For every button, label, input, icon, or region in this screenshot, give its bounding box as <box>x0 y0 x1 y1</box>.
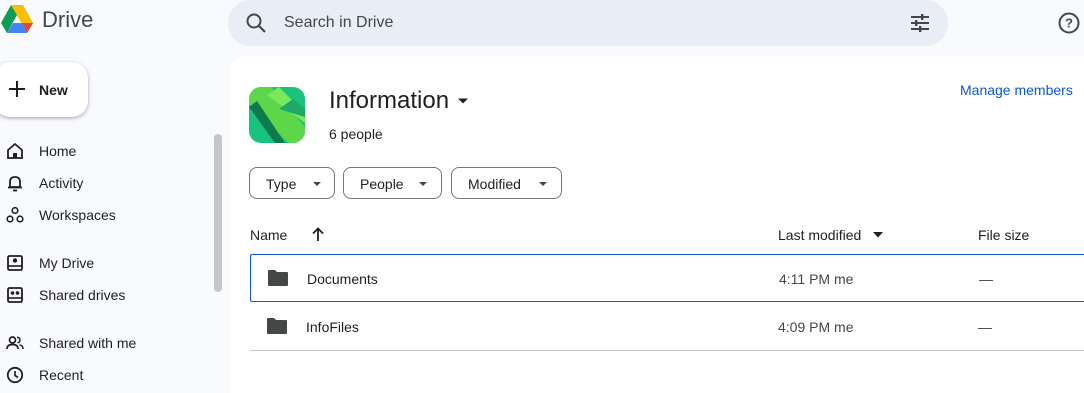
home-icon <box>7 142 23 159</box>
my-drive-icon <box>7 255 23 271</box>
new-button[interactable]: New <box>0 62 88 117</box>
sidebar-item-label: My Drive <box>39 255 95 271</box>
caret-down-icon <box>458 98 469 104</box>
column-header-last-modified[interactable]: Last modified <box>778 227 861 243</box>
sort-ascending-icon[interactable] <box>311 226 325 242</box>
drive-title[interactable]: Information <box>329 87 469 115</box>
shared-drive-image <box>249 87 305 143</box>
sidebar-item-label: Recent <box>39 367 84 383</box>
main-panel: Information 6 people Manage members Type… <box>230 56 1084 393</box>
file-name: Documents <box>307 271 378 287</box>
filter-people-chip[interactable]: People <box>343 167 442 199</box>
column-header-file-size[interactable]: File size <box>978 227 1029 243</box>
drive-logo-icon <box>1 5 33 33</box>
column-header-name[interactable]: Name <box>250 227 287 243</box>
manage-members-link[interactable]: Manage members <box>960 82 1073 98</box>
sidebar-item-shared-with-me[interactable]: Shared with me <box>0 326 210 358</box>
filter-label: People <box>360 176 404 192</box>
svg-text:?: ? <box>1065 16 1073 31</box>
folder-icon <box>268 270 288 286</box>
sidebar-item-label: Workspaces <box>39 207 116 223</box>
sidebar-scrollbar[interactable] <box>214 134 222 292</box>
sidebar-item-shared-drives[interactable]: Shared drives <box>0 278 210 310</box>
file-size: — <box>978 319 992 335</box>
caret-down-icon <box>539 182 547 186</box>
filter-type-chip[interactable]: Type <box>249 167 335 199</box>
clock-icon <box>6 366 24 384</box>
app-name: Drive <box>42 7 94 32</box>
search-input[interactable] <box>284 0 884 46</box>
sidebar-item-label: Shared drives <box>39 287 126 303</box>
last-modified: 4:09 PM me <box>778 319 854 335</box>
sidebar-item-activity[interactable]: Activity <box>0 166 210 198</box>
bell-icon <box>8 176 22 192</box>
plus-icon <box>9 81 25 97</box>
caret-down-icon <box>313 182 321 186</box>
new-button-label: New <box>39 82 68 98</box>
workspaces-icon <box>6 206 24 223</box>
table-row[interactable]: InfoFiles 4:09 PM me — <box>250 303 1084 351</box>
sidebar-item-label: Home <box>39 143 77 159</box>
filter-modified-chip[interactable]: Modified <box>451 167 562 199</box>
sidebar-item-workspaces[interactable]: Workspaces <box>0 198 210 230</box>
filter-label: Modified <box>468 176 521 192</box>
filter-label: Type <box>266 176 297 192</box>
sidebar-item-label: Shared with me <box>39 335 137 351</box>
sidebar-item-home[interactable]: Home <box>0 134 210 166</box>
drive-logo[interactable]: Drive <box>0 3 93 37</box>
page-title: Information <box>329 87 450 114</box>
file-name: InfoFiles <box>306 319 359 335</box>
people-icon <box>6 336 24 350</box>
search-options-icon[interactable] <box>908 11 932 35</box>
table-row[interactable]: Documents 4:11 PM me — <box>250 254 1084 302</box>
folder-icon <box>267 318 287 334</box>
caret-down-icon <box>419 182 427 186</box>
sidebar-item-label: Activity <box>39 175 84 191</box>
search-icon[interactable] <box>244 11 268 35</box>
last-modified: 4:11 PM me <box>779 271 854 287</box>
sidebar-item-my-drive[interactable]: My Drive <box>0 246 210 278</box>
search-bar[interactable] <box>228 0 948 46</box>
member-count: 6 people <box>329 126 383 142</box>
caret-down-icon[interactable] <box>873 232 883 238</box>
sidebar-item-recent[interactable]: Recent <box>0 358 210 390</box>
shared-drives-icon <box>7 287 23 303</box>
help-icon[interactable]: ? <box>1057 11 1081 35</box>
file-size: — <box>979 271 993 287</box>
row-divider <box>250 350 1084 351</box>
